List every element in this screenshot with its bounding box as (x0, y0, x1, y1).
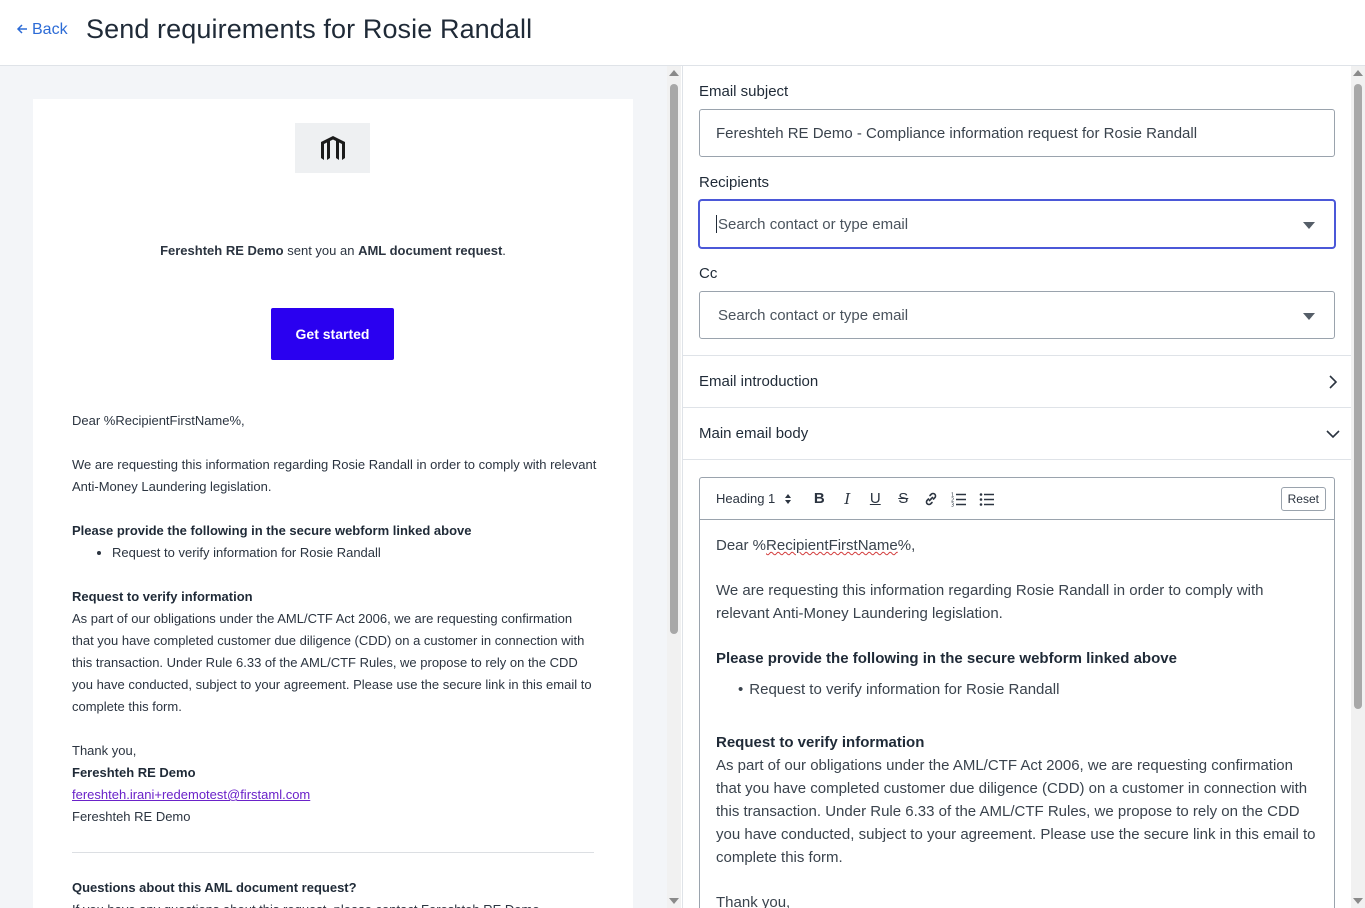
bullet-list-button[interactable] (973, 487, 1001, 511)
ordered-list-button[interactable]: 123 (945, 487, 973, 511)
get-started-button[interactable]: Get started (271, 308, 394, 360)
scroll-up-icon[interactable] (1353, 70, 1363, 76)
chevron-right-icon (1329, 375, 1338, 389)
main-email-body-section[interactable]: Main email body (683, 407, 1351, 459)
strikethrough-button[interactable]: S (889, 487, 917, 511)
editor-content[interactable]: Dear %RecipientFirstName%, We are reques… (716, 534, 1316, 908)
editor-greeting: Dear %RecipientFirstName%, (716, 537, 916, 554)
preview-signature-name: Fereshteh RE Demo (72, 765, 196, 780)
spellcheck-word: RecipientFirstName (766, 537, 898, 554)
email-introduction-section[interactable]: Email introduction (683, 355, 1351, 407)
preview-scrollbar[interactable] (667, 66, 681, 908)
cc-label: Cc (699, 265, 718, 282)
recipients-field[interactable]: Search contact or type email (699, 200, 1335, 248)
triangle-down-icon[interactable] (1303, 222, 1315, 229)
questions-text: If you have any questions about this req… (72, 899, 540, 908)
editor-verify-body: As part of our obligations under the AML… (716, 757, 1316, 866)
chevron-down-icon (1326, 430, 1340, 439)
preview-body: Dear %RecipientFirstName%, We are reques… (72, 410, 597, 828)
sender-name: Fereshteh RE Demo (160, 243, 284, 258)
preview-requirements-list: Request to verify information for Rosie … (112, 542, 597, 564)
firm-logo-mark (320, 136, 345, 160)
preview-signature-email[interactable]: fereshteh.irani+redemotest@firstaml.com (72, 787, 310, 802)
preview-verify-body: As part of our obligations under the AML… (72, 611, 592, 714)
divider (72, 852, 594, 853)
sent-text: sent you an (283, 243, 359, 258)
recipients-placeholder: Search contact or type email (718, 215, 909, 233)
preview-signature-company: Fereshteh RE Demo (72, 809, 191, 824)
svg-text:3: 3 (951, 502, 954, 507)
email-introduction-label: Email introduction (699, 373, 819, 390)
heading-select[interactable]: Heading 1 (716, 491, 792, 506)
editor-toolbar: Heading 1 B I U S 123 Reset (700, 478, 1334, 520)
underline-button[interactable]: U (861, 487, 889, 511)
subject-label: Email subject (699, 83, 789, 100)
select-arrows-icon (785, 493, 792, 504)
form-scrollbar[interactable] (1351, 66, 1365, 908)
back-label: Back (32, 21, 68, 38)
page-header: Back Send requirements for Rosie Randall (0, 0, 1365, 66)
preview-verify-heading: Request to verify information (72, 589, 253, 604)
email-form-pane: Email subject Fereshteh RE Demo - Compli… (683, 66, 1351, 908)
editor-requirements-list: Request to verify information for Rosie … (738, 678, 1316, 701)
editor-verify-heading: Request to verify information (716, 734, 925, 751)
bold-button[interactable]: B (805, 487, 833, 511)
link-icon (926, 492, 937, 505)
editor-provide-heading: Please provide the following in the secu… (716, 650, 1177, 667)
sent-suffix: . (502, 243, 506, 258)
heading-select-value: Heading 1 (716, 491, 776, 506)
preview-provide-heading: Please provide the following in the secu… (72, 523, 472, 538)
link-button[interactable] (917, 487, 945, 511)
bullet-list-icon (979, 492, 995, 506)
back-link[interactable]: Back (16, 21, 68, 39)
cc-field[interactable]: Search contact or type email (699, 291, 1335, 339)
scroll-down-icon[interactable] (1353, 898, 1363, 904)
list-item: Request to verify information for Rosie … (738, 678, 1316, 701)
preview-thanks: Thank you, (72, 743, 137, 758)
reset-button[interactable]: Reset (1280, 487, 1326, 511)
ordered-list-icon: 123 (951, 492, 967, 507)
preview-greeting: Dear %RecipientFirstName%, (72, 413, 245, 428)
triangle-down-icon[interactable] (1303, 313, 1315, 320)
preview-scroll-thumb[interactable] (670, 84, 678, 634)
divider (683, 459, 1351, 460)
scroll-up-icon[interactable] (669, 70, 679, 76)
subject-input[interactable]: Fereshteh RE Demo - Compliance informati… (699, 109, 1335, 157)
editor-intro: We are requesting this information regar… (716, 582, 1264, 622)
questions-heading: Questions about this AML document reques… (72, 880, 357, 895)
sent-notice: Fereshteh RE Demo sent you an AML docume… (33, 243, 633, 258)
arrow-left-icon (16, 23, 28, 37)
scroll-down-icon[interactable] (669, 898, 679, 904)
subject-value: Fereshteh RE Demo - Compliance informati… (716, 124, 1198, 142)
rich-text-editor[interactable]: Heading 1 B I U S 123 Reset Dear %Recipi… (699, 477, 1335, 908)
firm-logo (295, 123, 370, 173)
cc-placeholder: Search contact or type email (718, 306, 909, 324)
form-scroll-thumb[interactable] (1354, 84, 1362, 709)
editor-thanks: Thank you, (716, 894, 791, 908)
request-type: AML document request (358, 243, 503, 258)
email-preview-pane: Fereshteh RE Demo sent you an AML docume… (0, 66, 667, 908)
preview-intro: We are requesting this information regar… (72, 457, 597, 494)
page-title: Send requirements for Rosie Randall (86, 14, 533, 44)
list-item: Request to verify information for Rosie … (112, 542, 597, 564)
email-preview-card: Fereshteh RE Demo sent you an AML docume… (33, 99, 633, 908)
recipients-label: Recipients (699, 174, 770, 191)
italic-button[interactable]: I (833, 487, 861, 511)
main-email-body-label: Main email body (699, 425, 809, 442)
text-cursor (716, 215, 717, 233)
